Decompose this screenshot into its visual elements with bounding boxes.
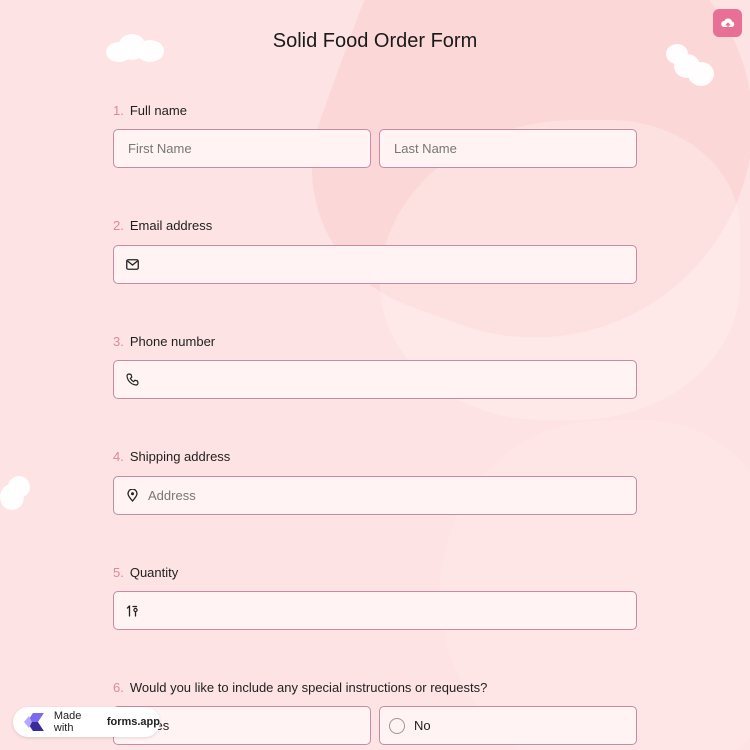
question-label: 3. Phone number bbox=[113, 334, 215, 349]
question-text: Phone number bbox=[129, 334, 216, 349]
last-name-input[interactable]: Last Name bbox=[379, 129, 637, 168]
question-number: 1. bbox=[113, 103, 124, 118]
question-label: 1. Full name bbox=[113, 103, 187, 118]
question-label: 6. Would you like to include any special … bbox=[113, 680, 487, 695]
question-text: Email address bbox=[129, 218, 213, 233]
last-name-placeholder: Last Name bbox=[394, 141, 457, 156]
address-placeholder: Address bbox=[148, 488, 196, 503]
cloud-decoration bbox=[0, 476, 32, 512]
question-number: 4. bbox=[113, 449, 124, 464]
background-shape bbox=[440, 420, 750, 750]
first-name-placeholder: First Name bbox=[128, 141, 192, 156]
cloud-upload-icon bbox=[720, 18, 734, 29]
badge-prefix: Made with bbox=[53, 710, 82, 734]
background-shape bbox=[270, 0, 750, 400]
question-text: Would you like to include any special in… bbox=[129, 680, 488, 695]
phone-icon bbox=[114, 373, 148, 386]
question-text: Quantity bbox=[129, 565, 179, 580]
forms-app-logo-icon bbox=[23, 713, 44, 731]
question-number: 2. bbox=[113, 218, 124, 233]
number-icon bbox=[114, 604, 148, 617]
mail-icon bbox=[114, 259, 148, 270]
question-label: 5. Quantity bbox=[113, 565, 178, 580]
email-input[interactable] bbox=[113, 245, 637, 284]
map-pin-icon bbox=[114, 489, 148, 502]
question-label: 4. Shipping address bbox=[113, 449, 230, 464]
question-number: 6. bbox=[113, 680, 124, 695]
question-label: 2. Email address bbox=[113, 218, 212, 233]
question-text: Full name bbox=[129, 103, 187, 118]
radio-icon bbox=[389, 717, 405, 734]
badge-brand: forms.app bbox=[106, 716, 160, 728]
question-number: 5. bbox=[113, 565, 124, 580]
phone-input[interactable] bbox=[113, 360, 637, 399]
question-number: 3. bbox=[113, 334, 124, 349]
form-title: Solid Food Order Form bbox=[272, 30, 478, 52]
option-no[interactable]: No bbox=[379, 706, 637, 745]
quantity-input[interactable] bbox=[113, 591, 637, 630]
question-text: Shipping address bbox=[129, 449, 231, 464]
option-label: No bbox=[414, 718, 431, 733]
address-input[interactable]: Address bbox=[113, 476, 637, 515]
first-name-input[interactable]: First Name bbox=[113, 129, 371, 168]
made-with-badge[interactable]: Made with forms.app bbox=[13, 707, 160, 737]
